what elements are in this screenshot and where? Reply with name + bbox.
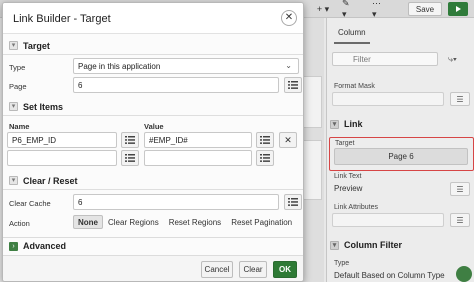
action-option-reset-pagination[interactable]: Reset Pagination: [226, 215, 297, 229]
link-text-label: Link Text: [334, 173, 362, 180]
item-name-input[interactable]: [7, 150, 117, 166]
divider: [3, 189, 303, 190]
set-items-section-header[interactable]: ▾ Set Items: [3, 98, 303, 115]
filter-type-label: Type: [334, 260, 350, 267]
column-filter-section-header[interactable]: ▾ Column Filter: [330, 237, 402, 253]
cancel-button[interactable]: Cancel: [201, 261, 233, 278]
name-column-header: Name: [9, 122, 30, 131]
link-attributes-field[interactable]: [332, 213, 444, 227]
item-name-input[interactable]: P6_EMP_ID: [7, 132, 117, 148]
collapse-icon: ▾: [330, 240, 339, 250]
column-filter-section-title: Column Filter: [344, 240, 402, 250]
play-icon: [456, 6, 461, 12]
item-name-list-button[interactable]: [121, 150, 139, 166]
clear-cache-label: Clear Cache: [9, 199, 51, 208]
clear-reset-section-header[interactable]: ▾ Clear / Reset: [3, 172, 303, 189]
save-button[interactable]: Save: [408, 2, 442, 16]
collapse-icon: ▾: [330, 119, 339, 129]
advanced-section-title: Advanced: [23, 241, 67, 251]
set-items-section-title: Set Items: [23, 101, 64, 112]
target-section-title: Target: [23, 40, 50, 51]
clear-cache-input[interactable]: 6: [73, 194, 279, 210]
list-icon: [125, 154, 135, 162]
more-menu-button[interactable]: ⋯ ▾: [372, 0, 386, 19]
value-column-header: Value: [144, 122, 164, 131]
list-icon: [260, 154, 270, 162]
action-label: Action: [9, 219, 30, 228]
run-page-button[interactable]: [448, 2, 468, 16]
expand-icon: ›: [9, 241, 18, 251]
collapse-icon: ▾: [9, 176, 18, 185]
dialog-footer: Cancel Clear OK: [3, 255, 303, 281]
format-mask-field[interactable]: [332, 92, 444, 106]
item-name-list-button[interactable]: [121, 132, 139, 148]
collapse-icon: ▾: [9, 102, 18, 111]
type-label: Type: [9, 63, 26, 72]
link-section-header[interactable]: ▾ Link: [330, 116, 363, 132]
filter-input[interactable]: Filter: [332, 52, 438, 66]
link-text-list-button[interactable]: ☰: [450, 182, 470, 196]
format-mask-label: Format Mask: [334, 83, 375, 90]
format-mask-list-button[interactable]: ☰: [450, 92, 470, 106]
close-icon[interactable]: ✕: [281, 10, 297, 26]
item-value-input[interactable]: [144, 150, 252, 166]
filter-type-value[interactable]: Default Based on Column Type: [334, 271, 445, 280]
link-attributes-label: Link Attributes: [334, 204, 378, 211]
action-option-clear-regions[interactable]: Clear Regions: [103, 215, 164, 229]
divider: [3, 54, 303, 55]
delete-row-icon[interactable]: ✕: [279, 132, 297, 148]
layout-region: [302, 76, 322, 128]
action-option-none[interactable]: None: [73, 215, 103, 229]
list-icon: [288, 81, 298, 89]
clear-button[interactable]: Clear: [239, 261, 267, 278]
item-value-list-button[interactable]: [256, 150, 274, 166]
link-section-title: Link: [344, 119, 363, 129]
dialog-title: Link Builder - Target: [13, 13, 111, 25]
item-value-list-button[interactable]: [256, 132, 274, 148]
link-builder-dialog: Link Builder - Target ✕ ▾ Target Type Pa…: [2, 2, 304, 282]
help-fab[interactable]: [456, 266, 472, 282]
link-text-value[interactable]: Preview: [334, 184, 362, 193]
divider: [3, 115, 303, 116]
layout-region: [302, 140, 322, 200]
clear-reset-section-title: Clear / Reset: [23, 175, 78, 186]
link-attributes-list-button[interactable]: ☰: [450, 213, 470, 227]
ok-button[interactable]: OK: [273, 261, 297, 278]
item-value-input[interactable]: #EMP_ID#: [144, 132, 252, 148]
collapse-icon: ▾: [9, 41, 18, 50]
list-icon: [288, 198, 298, 206]
target-label: Target: [335, 140, 355, 147]
action-option-reset-regions[interactable]: Reset Regions: [164, 215, 226, 229]
dialog-header: Link Builder - Target ✕: [3, 3, 303, 34]
clear-cache-list-button[interactable]: [284, 194, 302, 210]
chevron-down-icon: ⌄: [285, 61, 292, 70]
target-type-select[interactable]: Page in this application ⌄: [73, 58, 299, 74]
page-input[interactable]: 6: [73, 77, 279, 93]
target-link-button[interactable]: Page 6: [334, 148, 468, 165]
target-section-header[interactable]: ▾ Target: [3, 37, 303, 54]
advanced-section-header[interactable]: › Advanced: [3, 237, 303, 254]
target-type-value: Page in this application: [78, 62, 161, 71]
action-radio-group: None Clear Regions Reset Regions Reset P…: [73, 215, 297, 229]
list-icon: [125, 136, 135, 144]
add-menu-button[interactable]: + ▾: [316, 2, 330, 16]
go-to-group-icon[interactable]: ⤷▾: [448, 54, 457, 65]
page-label: Page: [9, 82, 27, 91]
utilities-menu-button[interactable]: ✎ ▾: [342, 0, 356, 19]
page-list-button[interactable]: [284, 77, 302, 93]
tab-column[interactable]: Column: [334, 24, 370, 44]
list-icon: [260, 136, 270, 144]
